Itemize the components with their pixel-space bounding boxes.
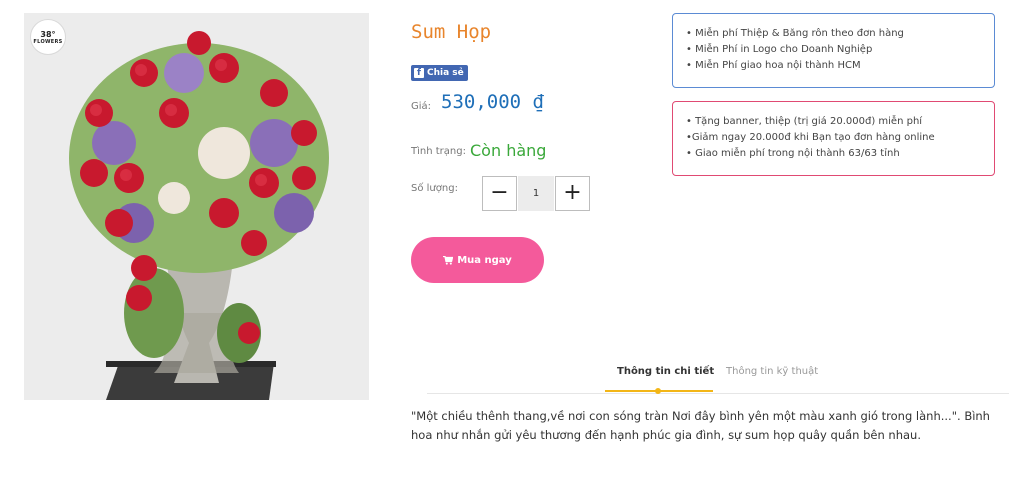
quantity-label: Số lượng:: [411, 183, 458, 194]
promo-item: • Giao miễn phí trong nội thành 63/63 tỉ…: [686, 148, 900, 159]
promo-item: • Miễn phí Thiệp & Băng rôn theo đơn hàn…: [686, 28, 904, 39]
product-description: "Một chiều thênh thang,về nơi con sóng t…: [411, 409, 990, 442]
buy-now-label: Mua ngay: [457, 254, 512, 266]
promo-item: • Miễn Phí giao hoa nội thành HCM: [686, 60, 861, 71]
promo-box-offers: • Tặng banner, thiệp (trị giá 20.000đ) m…: [672, 101, 995, 176]
stock-label: Tình trạng:: [411, 146, 466, 157]
promo-box-free-services: • Miễn phí Thiệp & Băng rôn theo đơn hàn…: [672, 13, 995, 88]
facebook-share-button[interactable]: f Chia sẻ: [411, 65, 468, 81]
price-value: 530,000 ₫: [441, 91, 544, 113]
cart-icon: [443, 255, 454, 265]
promo-item: •Giảm ngay 20.000đ khi Bạn tạo đơn hàng …: [686, 132, 935, 143]
brand-logo-name: FLOWERS: [33, 38, 63, 45]
facebook-icon: f: [414, 68, 424, 78]
brand-logo: 38° FLOWERS: [30, 19, 66, 55]
tab-technical-info[interactable]: Thông tin kỹ thuật: [726, 366, 818, 377]
share-label: Chia sẻ: [427, 68, 464, 78]
quantity-decrease-button[interactable]: −: [482, 176, 517, 211]
buy-now-button[interactable]: Mua ngay: [411, 237, 544, 283]
brand-logo-number: 38°: [40, 29, 56, 39]
product-tabs: Thông tin chi tiết Thông tin kỹ thuật: [427, 362, 1009, 394]
tab-detail-info[interactable]: Thông tin chi tiết: [617, 366, 714, 377]
flower-arrangement-illustration: [24, 13, 369, 400]
active-tab-dot: [655, 388, 661, 394]
product-image[interactable]: 38° FLOWERS: [24, 13, 369, 400]
stock-value: Còn hàng: [470, 141, 547, 160]
quantity-increase-button[interactable]: +: [555, 176, 590, 211]
promo-item: • Tặng banner, thiệp (trị giá 20.000đ) m…: [686, 116, 923, 127]
product-title: Sum Họp: [411, 21, 492, 43]
quantity-input[interactable]: [518, 176, 554, 211]
promo-item: • Miễn Phí in Logo cho Doanh Nghiệp: [686, 44, 873, 55]
price-label: Giá:: [411, 101, 432, 112]
